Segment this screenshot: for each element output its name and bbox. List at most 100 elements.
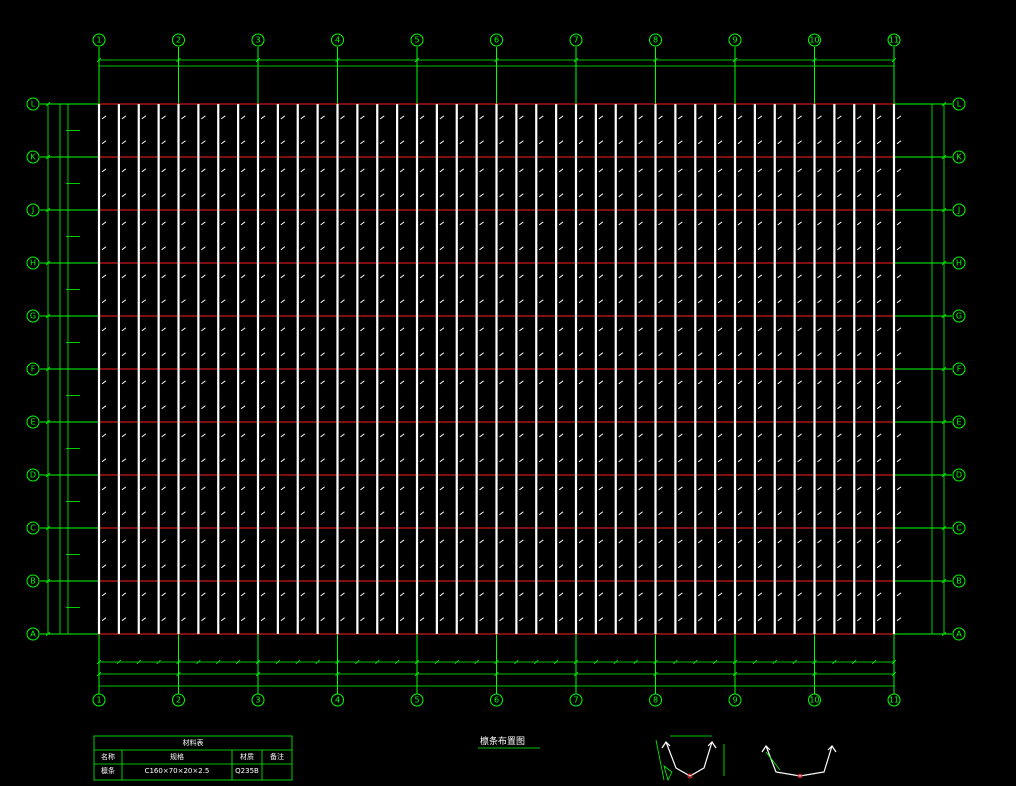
purlin-tie-mark: [459, 327, 465, 332]
purlin-tie-mark: [678, 539, 683, 544]
purlin-tie-mark: [797, 193, 802, 198]
purlin-tie-mark: [181, 405, 186, 410]
purlin-tie-mark: [399, 458, 405, 463]
purlin-tie-mark: [737, 274, 743, 279]
purlin-tie-mark: [320, 564, 325, 569]
purlin-tie-mark: [121, 115, 127, 120]
purlin-tie-mark: [340, 274, 345, 279]
purlin-tie-mark: [161, 405, 166, 410]
purlin-tie-mark: [777, 458, 783, 463]
purlin-tie-mark: [419, 617, 425, 622]
purlin-tie-mark: [379, 433, 385, 438]
purlin-tie-mark: [558, 115, 564, 120]
purlin-tie-mark: [658, 246, 663, 251]
purlin-tie-mark: [558, 458, 564, 463]
purlin-tie-mark: [638, 115, 643, 120]
purlin-tie-mark: [697, 168, 703, 173]
purlin-tie-mark: [280, 274, 286, 279]
purlin-tie-mark: [538, 352, 544, 357]
purlin-tie-mark: [896, 193, 902, 198]
purlin-tie-mark: [856, 274, 862, 279]
purlin-tie-mark: [777, 327, 783, 332]
purlin-tie-mark: [538, 193, 544, 198]
purlin-tie-mark: [439, 433, 445, 438]
purlin-tie-mark: [717, 539, 723, 544]
purlin-tie-mark: [181, 327, 186, 332]
purlin-tie-mark: [439, 539, 445, 544]
purlin-tie-mark: [578, 299, 584, 304]
purlin-tie-mark: [141, 458, 147, 463]
purlin-tie-mark: [797, 246, 802, 251]
axis-label-7: 7: [573, 36, 578, 45]
purlin-tie-mark: [519, 486, 524, 491]
purlin-tie-mark: [519, 246, 524, 251]
purlin-tie-mark: [538, 221, 544, 226]
purlin-tie-mark: [161, 327, 166, 332]
purlin-tie-mark: [419, 274, 425, 279]
purlin-tie-mark: [141, 327, 147, 332]
purlin-tie-mark: [598, 115, 604, 120]
purlin-tie-mark: [538, 592, 544, 597]
purlin-tie-mark: [856, 511, 862, 516]
purlin-tie-mark: [896, 221, 902, 226]
purlin-tie-mark: [797, 299, 802, 304]
purlin-tie-mark: [837, 115, 842, 120]
purlin-tie-mark: [598, 221, 604, 226]
purlin-tie-mark: [757, 327, 763, 332]
purlin-tie-mark: [439, 511, 445, 516]
purlin-tie-mark: [379, 511, 385, 516]
axis-label-G: G: [30, 312, 36, 321]
purlin-tie-mark: [280, 140, 286, 145]
purlin-tie-mark: [379, 274, 385, 279]
purlin-tie-mark: [717, 299, 723, 304]
purlin-tie-mark: [101, 617, 107, 622]
purlin-tie-mark: [220, 193, 226, 198]
purlin-tie-mark: [678, 274, 683, 279]
purlin-tie-mark: [280, 115, 286, 120]
purlin-tie-mark: [618, 433, 624, 438]
purlin-tie-mark: [678, 193, 683, 198]
purlin-tie-mark: [340, 380, 345, 385]
purlin-tie-mark: [479, 405, 484, 410]
purlin-tie-mark: [260, 380, 266, 385]
purlin-tie-mark: [419, 221, 425, 226]
axis-label-11: 11: [889, 36, 899, 45]
axis-label-E: E: [956, 418, 961, 427]
purlin-tie-mark: [856, 193, 862, 198]
table-header-material: 材质: [240, 752, 254, 761]
purlin-tie-mark: [320, 433, 325, 438]
purlin-tie-mark: [340, 539, 345, 544]
purlin-tie-mark: [558, 405, 564, 410]
purlin-tie-mark: [618, 564, 624, 569]
purlin-tie-mark: [578, 380, 584, 385]
axis-label-B: B: [30, 577, 36, 586]
purlin-tie-mark: [519, 115, 524, 120]
roof-purlin-layout-drawing: 11223344556677889910101111A AB BC CD DE EF FG G…: [26, 33, 966, 782]
purlin-tie-mark: [161, 433, 166, 438]
purlin-tie-mark: [558, 352, 564, 357]
purlin-tie-mark: [201, 221, 206, 226]
purlin-tie-mark: [856, 299, 862, 304]
purlin-tie-mark: [658, 327, 663, 332]
purlin-tie-mark: [360, 246, 365, 251]
purlin-tie-mark: [280, 299, 286, 304]
purlin-tie-mark: [320, 511, 325, 516]
axis-label-F: F: [31, 365, 36, 374]
purlin-tie-mark: [896, 380, 902, 385]
purlin-tie-mark: [260, 140, 266, 145]
purlin-tie-mark: [479, 274, 484, 279]
purlin-tie-mark: [220, 140, 226, 145]
table-cell-name: 檩条: [101, 766, 115, 775]
purlin-tie-mark: [578, 115, 584, 120]
purlin-tie-mark: [300, 433, 306, 438]
purlin-tie-mark: [558, 564, 564, 569]
purlin-tie-mark: [220, 380, 226, 385]
purlin-tie-mark: [161, 511, 166, 516]
purlin-tie-mark: [658, 458, 663, 463]
purlin-tie-mark: [876, 539, 882, 544]
purlin-tie-mark: [379, 564, 385, 569]
axis-label-4: 4: [335, 36, 340, 45]
purlin-tie-mark: [260, 486, 266, 491]
purlin-tie-mark: [717, 592, 723, 597]
purlin-tie-mark: [777, 405, 783, 410]
